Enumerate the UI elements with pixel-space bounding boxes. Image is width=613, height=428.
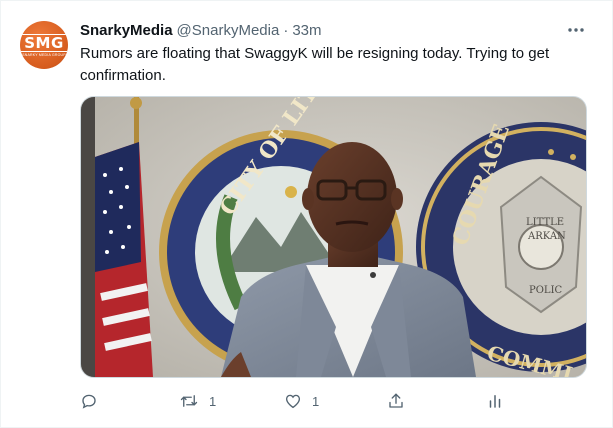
tweet-actions: 1 1 xyxy=(80,389,585,413)
tweet-card[interactable]: SMG SNARKY MEDIA GROUP SnarkyMedia @Snar… xyxy=(0,0,613,428)
reply-button[interactable] xyxy=(80,389,108,413)
tweet-timestamp[interactable]: 33m xyxy=(292,22,321,39)
heart-icon xyxy=(285,394,301,409)
separator-dot: · xyxy=(283,22,289,39)
analytics-button[interactable] xyxy=(486,389,504,413)
more-options-button[interactable] xyxy=(563,19,589,41)
badge-text-top: LITTLE xyxy=(526,217,564,228)
share-button[interactable] xyxy=(387,389,405,413)
badge-text-mid: ARKAN xyxy=(527,231,566,242)
author-handle[interactable]: @SnarkyMedia xyxy=(177,22,280,39)
avatar-logo-subtext: SNARKY MEDIA GROUP xyxy=(22,52,66,57)
like-button[interactable]: 1 xyxy=(284,389,319,413)
author-name[interactable]: SnarkyMedia xyxy=(80,22,173,39)
share-icon xyxy=(389,393,403,408)
more-icon xyxy=(568,28,584,32)
avatar[interactable]: SMG SNARKY MEDIA GROUP xyxy=(20,21,68,69)
retweet-icon xyxy=(180,395,198,407)
retweet-button[interactable]: 1 xyxy=(179,389,216,413)
avatar-logo-text: SMG xyxy=(21,33,67,52)
retweet-count: 1 xyxy=(209,393,217,409)
tweet-text: Rumors are floating that SwaggyK will be… xyxy=(80,45,550,84)
reply-icon xyxy=(82,394,96,409)
like-count: 1 xyxy=(312,393,320,409)
media-photo: CITY OF LITT P ES COURAGE COMMI LITTLE A… xyxy=(81,97,586,377)
analytics-icon xyxy=(489,395,501,408)
tweet-header: SnarkyMedia @SnarkyMedia · 33m xyxy=(80,22,322,39)
tweet-media-image[interactable]: CITY OF LITT P ES COURAGE COMMI LITTLE A… xyxy=(80,96,587,378)
badge-text-bottom: POLIC xyxy=(529,285,563,296)
wall-edge xyxy=(81,97,95,377)
